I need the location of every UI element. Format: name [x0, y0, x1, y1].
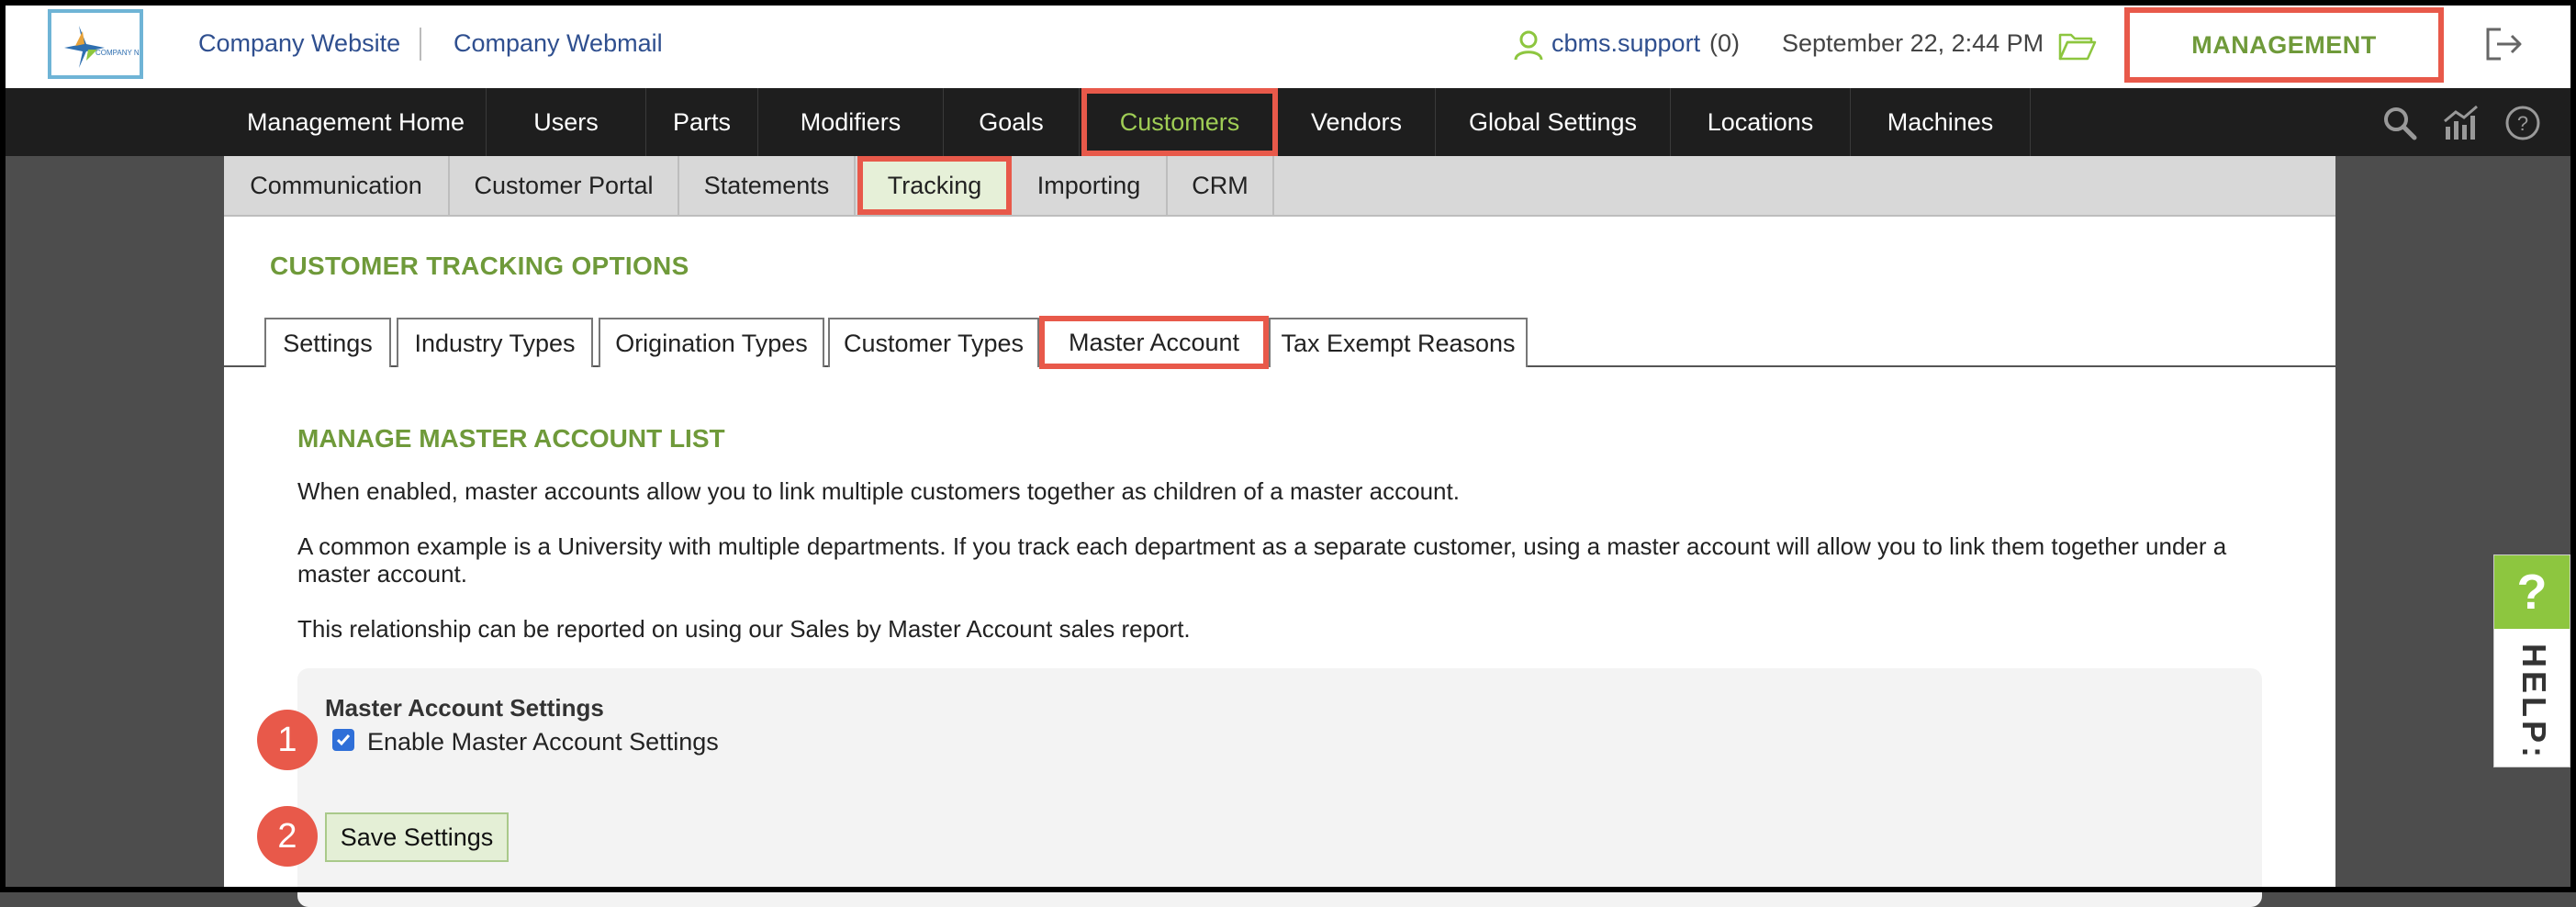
checkmark-icon — [336, 734, 351, 746]
analytics-icon[interactable] — [2442, 105, 2481, 146]
description-paragraph-2: A common example is a University with mu… — [297, 532, 2227, 588]
subnav-crm[interactable]: CRM — [1168, 156, 1274, 215]
nav-vendors[interactable]: Vendors — [1278, 88, 1436, 156]
current-datetime: September 22, 2:44 PM — [1782, 29, 2044, 57]
header-divider — [420, 28, 421, 61]
enable-master-account-label[interactable]: Enable Master Account Settings — [367, 728, 719, 756]
save-settings-button[interactable]: Save Settings — [325, 812, 509, 862]
annotation-badge-1: 1 — [257, 710, 318, 770]
subnav-communication[interactable]: Communication — [224, 156, 450, 215]
help-tab[interactable]: ? HELP: — [2493, 554, 2570, 767]
nav-parts[interactable]: Parts — [646, 88, 758, 156]
page-title: CUSTOMER TRACKING OPTIONS — [270, 252, 689, 280]
description-paragraph-1: When enabled, master accounts allow you … — [297, 477, 1460, 505]
search-icon[interactable] — [2381, 105, 2418, 146]
nav-global-settings[interactable]: Global Settings — [1436, 88, 1671, 156]
subnav-importing[interactable]: Importing — [1012, 156, 1168, 215]
folder-icon[interactable] — [2058, 29, 2097, 65]
tab-customer-types[interactable]: Customer Types — [828, 318, 1039, 367]
tab-origination-types[interactable]: Origination Types — [599, 318, 824, 367]
svg-text:COMPANY NAME: COMPANY NAME — [95, 49, 140, 57]
help-circle-icon[interactable]: ? — [2504, 105, 2541, 146]
annotation-badge-2: 2 — [257, 806, 318, 867]
nav-modifiers[interactable]: Modifiers — [758, 88, 944, 156]
tab-industry-types[interactable]: Industry Types — [397, 318, 593, 367]
help-question-icon: ? — [2494, 555, 2570, 629]
nav-management-home[interactable]: Management Home — [226, 88, 487, 156]
logout-icon[interactable] — [2484, 26, 2525, 67]
subnav-statements[interactable]: Statements — [679, 156, 856, 215]
subnav-tracking[interactable]: Tracking — [857, 156, 1012, 215]
top-header: COMPANY NAME Company Website Company Web… — [0, 0, 2576, 88]
svg-text:?: ? — [2517, 112, 2528, 135]
nav-customers[interactable]: Customers — [1081, 88, 1278, 156]
master-account-settings-heading: Master Account Settings — [325, 694, 604, 722]
enable-master-account-checkbox[interactable] — [332, 729, 354, 751]
logo-mark-icon: COMPANY NAME — [64, 26, 155, 68]
user-notification-count[interactable]: (0) — [1709, 29, 1740, 58]
user-icon[interactable] — [1513, 29, 1544, 65]
company-website-link[interactable]: Company Website — [198, 29, 400, 58]
user-name-link[interactable]: cbms.support — [1551, 29, 1700, 58]
tab-tax-exempt-reasons[interactable]: Tax Exempt Reasons — [1269, 318, 1528, 367]
nav-users[interactable]: Users — [487, 88, 646, 156]
subnav-customer-portal[interactable]: Customer Portal — [450, 156, 679, 215]
company-webmail-link[interactable]: Company Webmail — [454, 29, 663, 58]
main-navigation: Management Home Users Parts Modifiers Go… — [0, 88, 2576, 156]
tab-settings[interactable]: Settings — [264, 318, 391, 367]
company-logo[interactable]: COMPANY NAME — [48, 9, 155, 79]
management-button[interactable]: MANAGEMENT — [2124, 7, 2444, 83]
sub-navigation: Communication Customer Portal Statements… — [224, 156, 2335, 217]
manage-master-account-heading: MANAGE MASTER ACCOUNT LIST — [297, 424, 725, 453]
content-panel: Communication Customer Portal Statements… — [224, 156, 2335, 907]
help-label: HELP: — [2515, 644, 2553, 761]
nav-locations[interactable]: Locations — [1671, 88, 1851, 156]
nav-goals[interactable]: Goals — [944, 88, 1080, 156]
nav-machines[interactable]: Machines — [1851, 88, 2031, 156]
description-paragraph-3: This relationship can be reported on usi… — [297, 615, 1191, 643]
tab-master-account[interactable]: Master Account — [1039, 316, 1269, 369]
